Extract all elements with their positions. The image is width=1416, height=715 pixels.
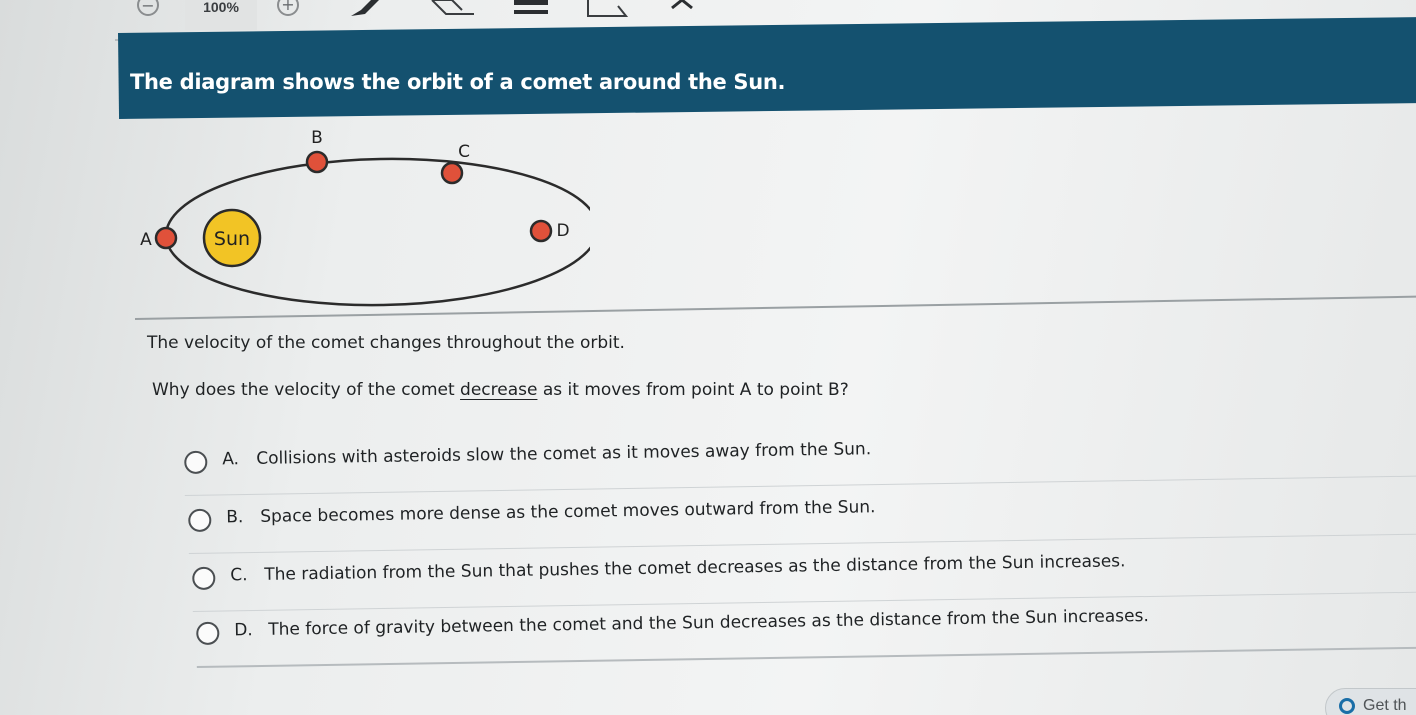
option-letter-c: C.: [230, 565, 248, 586]
question-header: [118, 16, 1416, 119]
radio-button-d[interactable]: [196, 621, 220, 645]
question-prompt: Why does the velocity of the comet decre…: [152, 380, 849, 400]
radio-button-b[interactable]: [188, 508, 212, 532]
comet-point-c: [440, 161, 464, 185]
zoom-in-button[interactable]: +: [277, 0, 299, 16]
pencil-icon[interactable]: [345, 0, 385, 20]
zoom-level: 100%: [185, 0, 257, 30]
line-reader-icon[interactable]: [586, 0, 632, 22]
comet-point-b: [305, 150, 329, 174]
circle-icon: [1339, 698, 1355, 714]
zoom-out-button[interactable]: −: [137, 0, 159, 16]
highlighter-icon[interactable]: [512, 0, 552, 20]
option-text-c: The radiation from the Sun that pushes t…: [264, 551, 1126, 585]
option-letter-b: B.: [226, 507, 244, 528]
radio-button-c[interactable]: [192, 566, 216, 590]
plus-icon: +: [281, 0, 295, 14]
screen: − 100% + The diagram shows the orbit of …: [0, 0, 1416, 715]
option-text-b: Space becomes more dense as the comet mo…: [260, 497, 876, 527]
minus-icon: −: [141, 0, 155, 15]
get-help-button[interactable]: Get th: [1325, 688, 1416, 715]
question-stem: The velocity of the comet changes throug…: [147, 333, 625, 353]
option-text-a: Collisions with asteroids slow the comet…: [256, 439, 872, 469]
radio-button-a[interactable]: [184, 450, 208, 474]
comet-point-d: [529, 219, 553, 243]
point-a-label: A: [140, 230, 152, 250]
point-c-label: C: [458, 142, 470, 162]
collapse-icon[interactable]: [668, 0, 698, 14]
question-text-after: as it moves from point A to point B?: [537, 380, 849, 400]
question-text-before: Why does the velocity of the comet: [152, 380, 461, 400]
get-help-label: Get th: [1363, 697, 1407, 714]
option-letter-a: A.: [222, 449, 240, 470]
point-d-label: D: [556, 221, 569, 241]
orbit-diagram: Sun A B C D: [140, 128, 590, 307]
point-b-label: B: [311, 128, 323, 148]
eraser-icon[interactable]: [428, 0, 478, 20]
sun-label: Sun: [214, 228, 250, 250]
question-emphasis: decrease: [460, 380, 538, 400]
comet-point-a: [154, 226, 178, 250]
header-title: The diagram shows the orbit of a comet a…: [130, 70, 786, 94]
option-letter-d: D.: [234, 620, 253, 641]
option-text-d: The force of gravity between the comet a…: [268, 606, 1149, 640]
